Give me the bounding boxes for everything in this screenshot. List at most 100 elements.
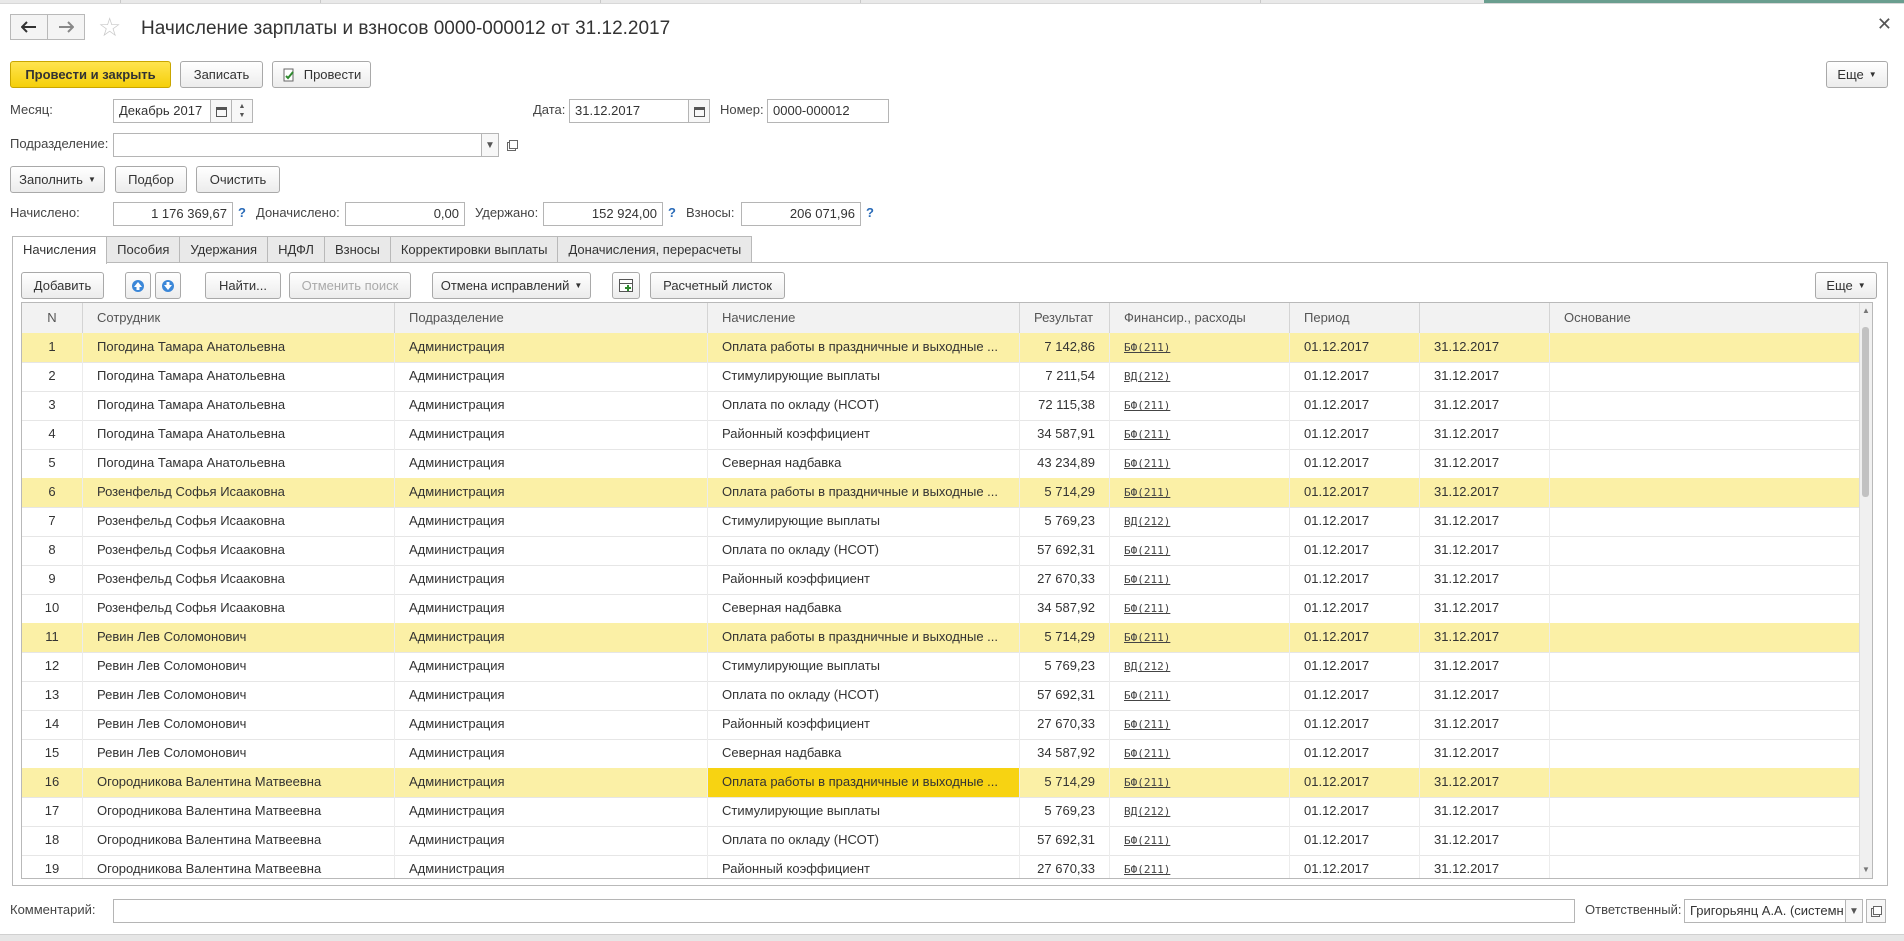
cell-result[interactable]: 5 769,23 [1020,797,1110,826]
table-row[interactable]: 10 Розенфельд Софья Исааковна Администраци… [22,594,1862,624]
table-row[interactable]: 7 Розенфельд Софья Исааковна Администрация… [22,507,1862,537]
open-link-icon[interactable] [502,133,522,157]
date-calendar-icon[interactable] [688,99,710,123]
cell-employee[interactable]: Ревин Лев Соломонович [83,710,395,739]
cell-financing[interactable]: ВД(212) [1110,362,1290,391]
responsible-field[interactable]: Григорьянц А.А. (системн [1684,899,1846,923]
table-row[interactable]: 3 Погодина Тамара Анатольевна Администраци… [22,391,1862,421]
cell-result[interactable]: 57 692,31 [1020,681,1110,710]
cell-employee[interactable]: Розенфельд Софья Исааковна [83,594,395,623]
cell-n[interactable]: 11 [22,623,83,652]
cell-result[interactable]: 7 142,86 [1020,333,1110,362]
department-dropdown-icon[interactable]: ▼ [481,133,499,157]
cell-department[interactable]: Администрация [395,565,708,594]
close-icon[interactable]: ✕ [1877,14,1892,35]
cell-employee[interactable]: Погодина Тамара Анатольевна [83,391,395,420]
cell-department[interactable]: Администрация [395,333,708,362]
cell-period-start[interactable]: 01.12.2017 [1290,797,1420,826]
table-row[interactable]: 8 Розенфельд Софья Исааковна Администрация… [22,536,1862,566]
forward-button[interactable] [47,14,85,40]
cell-period-start[interactable]: 01.12.2017 [1290,565,1420,594]
cell-financing[interactable]: БФ(211) [1110,333,1290,362]
cell-financing[interactable]: БФ(211) [1110,768,1290,797]
number-field[interactable]: 0000-000012 [767,99,889,123]
withheld-help-link[interactable]: ? [668,202,676,224]
cell-employee[interactable]: Розенфельд Софья Исааковна [83,536,395,565]
financing-link[interactable]: БФ(211) [1124,457,1170,470]
vertical-scrollbar[interactable]: ▲ ▼ [1859,303,1872,878]
cell-period-start[interactable]: 01.12.2017 [1290,855,1420,878]
save-button[interactable]: Записать [180,61,263,88]
cell-department[interactable]: Администрация [395,449,708,478]
cell-accrual[interactable]: Оплата работы в праздничные и выходные .… [708,333,1020,362]
cell-accrual[interactable]: Стимулирующие выплаты [708,362,1020,391]
financing-link[interactable]: БФ(211) [1124,834,1170,847]
cell-period-start[interactable]: 01.12.2017 [1290,739,1420,768]
tab-recalculations[interactable]: Доначисления, перерасчеты [557,236,753,263]
financing-link[interactable]: БФ(211) [1124,428,1170,441]
cell-department[interactable]: Администрация [395,768,708,797]
more-menu-button[interactable]: Еще ▼ [1826,61,1888,88]
cell-period-end[interactable]: 31.12.2017 [1420,333,1550,362]
cell-basis[interactable] [1550,710,1862,739]
cell-period-end[interactable]: 31.12.2017 [1420,420,1550,449]
cell-employee[interactable]: Огородникова Валентина Матвеевна [83,768,395,797]
cell-result[interactable]: 27 670,33 [1020,710,1110,739]
comment-field[interactable] [113,899,1575,923]
cell-period-end[interactable]: 31.12.2017 [1420,768,1550,797]
cell-result[interactable]: 5 769,23 [1020,507,1110,536]
cell-n[interactable]: 6 [22,478,83,507]
find-button[interactable]: Найти... [205,272,281,299]
financing-link[interactable]: БФ(211) [1124,689,1170,702]
department-field[interactable] [113,133,482,157]
cell-period-end[interactable]: 31.12.2017 [1420,362,1550,391]
cell-department[interactable]: Администрация [395,391,708,420]
col-header-financing[interactable]: Финансир., расходы [1110,303,1290,333]
cell-n[interactable]: 7 [22,507,83,536]
cell-financing[interactable]: БФ(211) [1110,739,1290,768]
financing-link[interactable]: БФ(211) [1124,486,1170,499]
cell-department[interactable]: Администрация [395,536,708,565]
cell-employee[interactable]: Погодина Тамара Анатольевна [83,449,395,478]
cell-n[interactable]: 9 [22,565,83,594]
cell-n[interactable]: 13 [22,681,83,710]
cell-department[interactable]: Администрация [395,855,708,878]
cell-financing[interactable]: БФ(211) [1110,536,1290,565]
cell-result[interactable]: 34 587,92 [1020,594,1110,623]
table-row[interactable]: 15 Ревин Лев Соломонович Администрация Севе… [22,739,1862,769]
table-row[interactable]: 1 Погодина Тамара Анатольевна Администраци… [22,333,1862,363]
move-down-button[interactable] [155,272,181,299]
tab-benefits[interactable]: Пособия [106,236,181,263]
cell-accrual[interactable]: Районный коэффициент [708,710,1020,739]
tab-accruals[interactable]: Начисления [12,236,108,264]
cell-result[interactable]: 5 714,29 [1020,478,1110,507]
cell-n[interactable]: 8 [22,536,83,565]
fill-button[interactable]: Заполнить ▼ [10,166,105,193]
cell-employee[interactable]: Ревин Лев Соломонович [83,623,395,652]
cell-employee[interactable]: Погодина Тамара Анатольевна [83,362,395,391]
tab-contributions[interactable]: Взносы [323,236,391,263]
cell-n[interactable]: 5 [22,449,83,478]
cell-result[interactable]: 72 115,38 [1020,391,1110,420]
cell-period-end[interactable]: 31.12.2017 [1420,739,1550,768]
cell-department[interactable]: Администрация [395,362,708,391]
cell-basis[interactable] [1550,768,1862,797]
cell-basis[interactable] [1550,855,1862,878]
post-button[interactable]: Провести [272,61,371,88]
month-field[interactable]: Декабрь 2017 [113,99,211,123]
cell-basis[interactable] [1550,507,1862,536]
cell-period-end[interactable]: 31.12.2017 [1420,449,1550,478]
cell-accrual[interactable]: Оплата работы в праздничные и выходные .… [708,478,1020,507]
cell-financing[interactable]: БФ(211) [1110,826,1290,855]
tab-payment-corrections[interactable]: Корректировки выплаты [389,236,559,263]
cell-period-start[interactable]: 01.12.2017 [1290,420,1420,449]
cell-employee[interactable]: Погодина Тамара Анатольевна [83,420,395,449]
cell-period-start[interactable]: 01.12.2017 [1290,826,1420,855]
clear-button[interactable]: Очистить [196,166,280,193]
cell-basis[interactable] [1550,652,1862,681]
cell-accrual[interactable]: Оплата по окладу (НСОТ) [708,681,1020,710]
cell-period-end[interactable]: 31.12.2017 [1420,652,1550,681]
cell-financing[interactable]: БФ(211) [1110,565,1290,594]
cell-accrual[interactable]: Оплата работы в праздничные и выходные .… [708,768,1020,797]
financing-link[interactable]: БФ(211) [1124,631,1170,644]
